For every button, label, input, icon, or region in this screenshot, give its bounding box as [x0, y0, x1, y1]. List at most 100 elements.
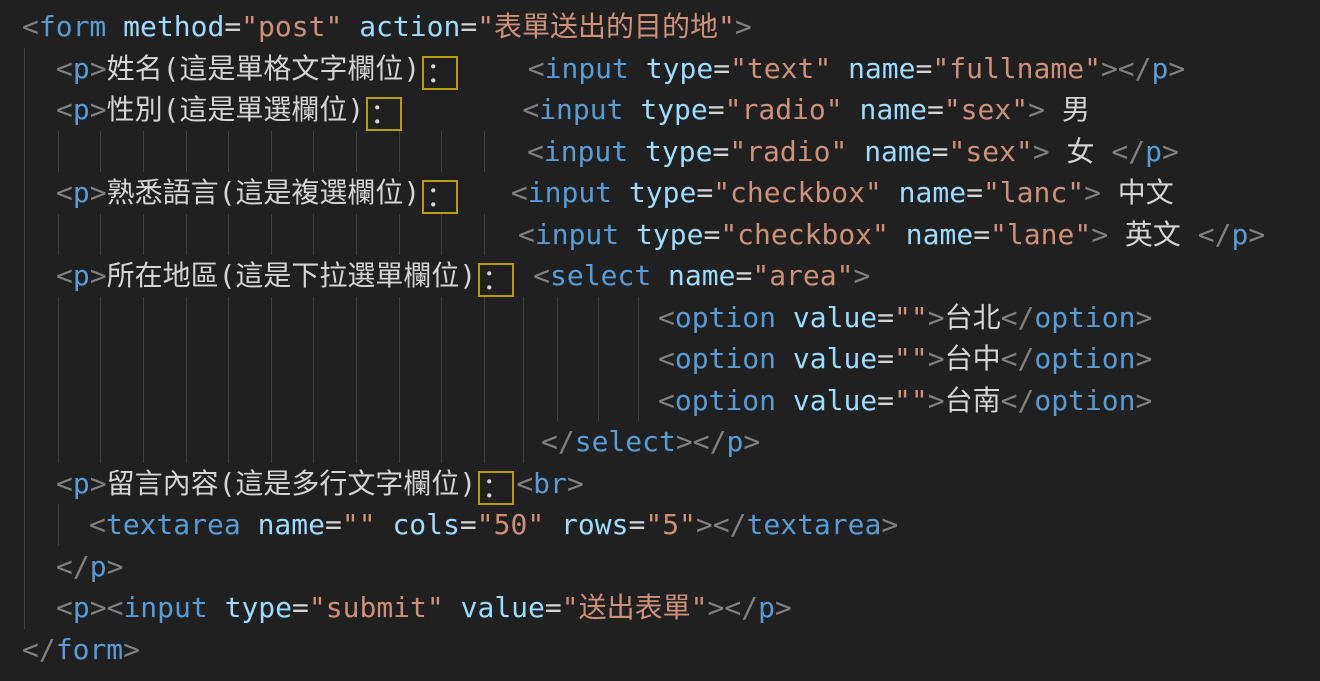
code-token-text: 熟悉語言(這是複選欄位) — [107, 176, 421, 209]
indent-guide — [557, 338, 558, 380]
code-token-whitespace — [208, 591, 225, 624]
code-line[interactable]: <p>所在地區(這是下拉選單欄位)： <select name="area"> — [0, 255, 1320, 297]
code-token-whitespace — [460, 176, 511, 209]
code-token-string: "radio" — [725, 93, 843, 126]
code-token-string: "" — [894, 301, 928, 334]
code-token-punctuation: < — [89, 508, 106, 541]
code-token-operator: = — [224, 10, 241, 43]
code-token-operator: = — [708, 93, 725, 126]
code-token-text: 留言內容(這是多行文字欄位) — [107, 467, 477, 500]
code-token-text: 台中 — [945, 342, 1001, 375]
code-token-string: "lane" — [990, 218, 1091, 251]
code-token-text: 男 — [1045, 93, 1090, 126]
code-line[interactable]: </p> — [0, 546, 1320, 588]
indent-guide — [441, 421, 442, 463]
code-token-attribute: name — [258, 508, 325, 541]
indent-guide — [638, 380, 639, 422]
code-line[interactable]: </select></p> — [0, 421, 1320, 463]
code-line[interactable]: <p>熟悉語言(這是複選欄位)： <input type="checkbox" … — [0, 172, 1320, 214]
code-line[interactable]: <option value="">台中</option> — [0, 338, 1320, 380]
code-token-punctuation: </ — [1001, 384, 1035, 417]
code-token-whitespace — [629, 52, 646, 85]
indent-guide — [271, 338, 272, 380]
code-token-punctuation: > — [881, 508, 898, 541]
code-line[interactable]: <option value="">台北</option> — [0, 297, 1320, 339]
code-token-punctuation: < — [527, 135, 544, 168]
indent-guide — [356, 421, 357, 463]
code-token-operator: = — [877, 342, 894, 375]
code-token-whitespace — [847, 135, 864, 168]
code-token-tag: option — [675, 342, 776, 375]
indent-guide — [24, 89, 25, 131]
indent-guide — [356, 131, 357, 173]
code-token-punctuation: > — [1028, 93, 1045, 126]
indent-guide — [186, 338, 187, 380]
code-token-operator: = — [927, 93, 944, 126]
indent-guide — [143, 380, 144, 422]
code-line[interactable]: <option value="">台南</option> — [0, 380, 1320, 422]
code-token-punctuation: </ — [56, 550, 90, 583]
indent-guide — [24, 48, 25, 90]
code-token-string: "5" — [645, 508, 696, 541]
code-token-tag: option — [675, 384, 776, 417]
code-token-operator: = — [325, 508, 342, 541]
code-token-attribute: value — [793, 301, 877, 334]
code-token-punctuation: > — [928, 301, 945, 334]
indent-guide — [228, 421, 229, 463]
indent-guide — [186, 297, 187, 339]
unicode-highlight-colon: ： — [478, 471, 514, 505]
indent-guide — [484, 421, 485, 463]
indent-guide — [58, 297, 59, 339]
code-token-punctuation: < — [56, 52, 73, 85]
code-line[interactable]: <input type="radio" name="sex"> 女 </p> — [0, 131, 1320, 173]
indent-guide — [523, 421, 524, 463]
code-token-tag: input — [544, 135, 628, 168]
indent-guide — [399, 380, 400, 422]
code-token-whitespace — [612, 176, 629, 209]
code-token-string: "" — [342, 508, 376, 541]
code-line[interactable]: <input type="checkbox" name="lane"> 英文 <… — [0, 214, 1320, 256]
indent-guide — [186, 131, 187, 173]
code-token-whitespace — [404, 93, 522, 126]
indent-guide — [356, 297, 357, 339]
indent-guide — [58, 380, 59, 422]
indent-guide — [399, 214, 400, 256]
indent-guide — [24, 255, 25, 297]
code-token-attribute: cols — [392, 508, 459, 541]
code-token-punctuation: > — [1084, 176, 1101, 209]
code-line[interactable]: <textarea name="" cols="50" rows="5"></t… — [0, 504, 1320, 546]
code-line[interactable]: <p>姓名(這是單格文字欄位)： <input type="text" name… — [0, 48, 1320, 90]
code-token-string: "sex" — [944, 93, 1028, 126]
indent-guide — [557, 297, 558, 339]
code-token-operator: = — [712, 135, 729, 168]
code-token-tag: option — [1034, 301, 1135, 334]
code-token-string: "text" — [730, 52, 831, 85]
code-token-string: "" — [894, 342, 928, 375]
code-token-tag: p — [726, 425, 743, 458]
code-token-whitespace — [342, 10, 359, 43]
code-editor[interactable]: <form method="post" action="表單送出的目的地"><p… — [0, 0, 1320, 681]
indent-guide — [186, 380, 187, 422]
indent-guide — [523, 338, 524, 380]
code-token-punctuation: < — [56, 591, 73, 624]
indent-guide — [271, 297, 272, 339]
indent-guide — [58, 131, 59, 173]
code-token-punctuation: > — [1162, 135, 1179, 168]
code-token-punctuation: < — [533, 259, 550, 292]
code-line[interactable]: <p>留言內容(這是多行文字欄位)：<br> — [0, 463, 1320, 505]
indent-guide — [24, 463, 25, 505]
code-line[interactable]: </form> — [0, 629, 1320, 671]
code-line[interactable]: <p><input type="submit" value="送出表單"></p… — [0, 587, 1320, 629]
indent-guide — [598, 380, 599, 422]
code-token-tag: p — [73, 176, 90, 209]
code-token-tag: p — [1152, 52, 1169, 85]
code-line[interactable]: <form method="post" action="表單送出的目的地"> — [0, 6, 1320, 48]
code-token-tag: form — [56, 633, 123, 666]
code-token-tag: input — [528, 176, 612, 209]
indent-guide — [24, 214, 25, 256]
code-token-attribute: name — [860, 93, 927, 126]
indent-guide — [484, 131, 485, 173]
code-token-operator: = — [735, 259, 752, 292]
code-token-punctuation: > — [90, 591, 107, 624]
code-line[interactable]: <p>性別(這是單選欄位)： <input type="radio" name=… — [0, 89, 1320, 131]
